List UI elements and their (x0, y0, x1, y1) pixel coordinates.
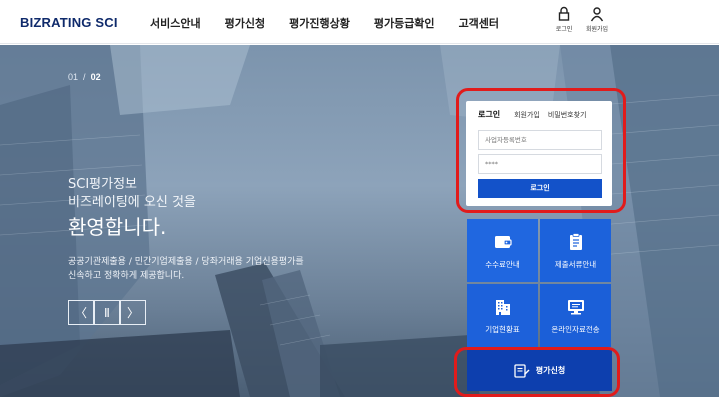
main-nav: 서비스안내 평가신청 평가진행상황 평가등급확인 고객센터 (150, 15, 499, 31)
wallet-icon (494, 236, 512, 248)
hero-headline: SCI평가정보 비즈레이팅에 오신 것을 환영합니다. (68, 176, 196, 241)
nav-item-customer-center[interactable]: 고객센터 (459, 15, 499, 31)
tile-required-documents[interactable]: 제출서류안내 (540, 219, 611, 282)
clipboard-icon (569, 233, 582, 250)
hero-desc-line-2: 신속하고 정확하게 제공합니다. (68, 271, 185, 281)
tile-fee-info[interactable]: 수수료안내 (467, 219, 538, 282)
building-icon (495, 300, 510, 315)
hero-line-2: 비즈레이팅에 오신 것을 (68, 195, 196, 210)
hero-desc-line-1: 공공기관제출용 / 민간기업제출용 / 당좌거래용 기업신용평가를 (68, 257, 304, 267)
slider-pause-button[interactable]: Ⅱ (94, 300, 120, 325)
hero-description: 공공기관제출용 / 민간기업제출용 / 당좌거래용 기업신용평가를 신속하고 정… (68, 255, 304, 283)
header-join-button[interactable]: 회원가입 (580, 6, 614, 33)
site-header: BIZRATING SCI 서비스안내 평가신청 평가진행상황 평가등급확인 고… (0, 0, 719, 44)
slider-controls: 〈 Ⅱ 〉 (68, 300, 146, 325)
hero-line-3: 환영합니다. (68, 215, 167, 239)
slide-separator: / (83, 72, 86, 82)
slide-current: 01 (68, 72, 79, 82)
tile-required-documents-label: 제출서류안내 (554, 260, 597, 269)
user-icon (590, 7, 604, 22)
tile-company-status[interactable]: 기업현황표 (467, 284, 538, 347)
nav-item-grade-check[interactable]: 평가등급확인 (374, 15, 435, 31)
header-login-label: 로그인 (555, 26, 573, 33)
nav-item-service-info[interactable]: 서비스안내 (150, 15, 201, 31)
tile-company-status-label: 기업현황표 (485, 325, 520, 334)
nav-item-evaluation-progress[interactable]: 평가진행상황 (289, 15, 350, 31)
header-join-label: 회원가입 (585, 26, 609, 33)
nav-item-evaluation-apply[interactable]: 평가신청 (225, 15, 265, 31)
header-login-button[interactable]: 로그인 (547, 6, 581, 33)
tile-online-data-transfer[interactable]: 온라인자료전송 (540, 284, 611, 347)
highlight-box-login (456, 88, 626, 213)
slide-pager: 01 / 02 (68, 72, 101, 82)
slide-total: 02 (90, 72, 101, 82)
site-logo[interactable]: BIZRATING SCI (20, 15, 118, 30)
monitor-icon (567, 300, 584, 315)
slider-prev-button[interactable]: 〈 (68, 300, 94, 325)
highlight-box-apply (454, 347, 620, 397)
tile-fee-info-label: 수수료안내 (485, 260, 520, 269)
slider-next-button[interactable]: 〉 (120, 300, 146, 325)
lock-icon (558, 6, 570, 21)
hero-line-1: SCI평가정보 (68, 177, 138, 192)
tile-online-data-transfer-label: 온라인자료전송 (551, 325, 600, 334)
